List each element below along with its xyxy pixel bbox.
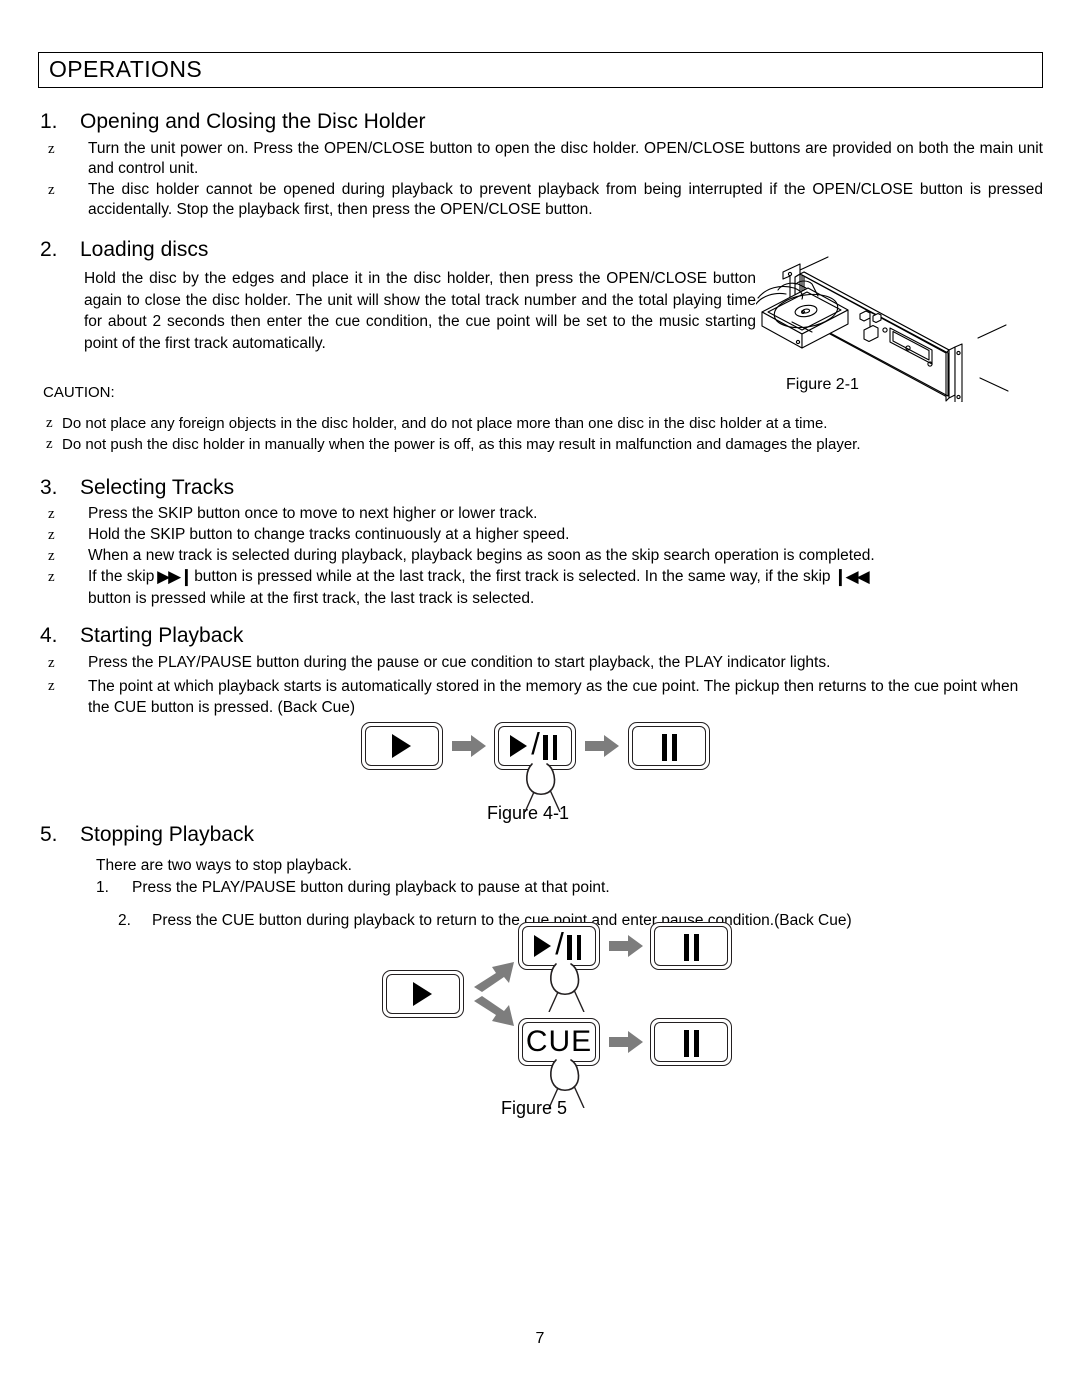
section-5-number: 5.	[40, 823, 58, 847]
bullet-marker: z	[46, 436, 53, 453]
skip-previous-icon: ❙◀◀	[831, 567, 868, 586]
play-pause-icon: /	[495, 723, 575, 769]
arrow-right-icon	[452, 735, 486, 757]
page-number: 7	[0, 1330, 1080, 1348]
section-5-step-2-text: Press the CUE button during playback to …	[152, 911, 1072, 931]
play-icon	[362, 723, 442, 769]
section-3-number: 3.	[40, 476, 58, 500]
section-5-step-2-number: 2.	[118, 911, 131, 931]
section-2-paragraph: Hold the disc by the edges and place it …	[84, 268, 756, 354]
skip-bullet-part-3: button is pressed while at the first tra…	[88, 590, 534, 607]
section-3-bullet-1: Press the SKIP button once to move to ne…	[88, 504, 1038, 524]
section-5-step-1-text: Press the PLAY/PAUSE button during playb…	[132, 878, 1032, 898]
arrow-down-right-icon	[472, 995, 518, 1031]
bullet-marker: z	[46, 415, 53, 432]
play-pause-icon: /	[519, 923, 599, 969]
figure-5-play-button[interactable]	[382, 970, 464, 1018]
figure-4-1-caption: Figure 4-1	[487, 803, 569, 824]
figure-4-1-play-button[interactable]	[361, 722, 443, 770]
section-4-title: Starting Playback	[80, 624, 243, 648]
arrow-right-icon	[609, 1031, 643, 1053]
figure-5-pause-state-bottom	[650, 1018, 732, 1066]
cue-label: CUE	[519, 1019, 599, 1065]
bullet-marker: z	[48, 506, 55, 523]
skip-bullet-part-1: If the skip	[88, 568, 154, 585]
figure-4-1-play-pause-button[interactable]: /	[494, 722, 576, 770]
section-1-number: 1.	[40, 110, 58, 134]
bullet-marker: z	[48, 182, 55, 199]
section-1-title: Opening and Closing the Disc Holder	[80, 110, 426, 134]
section-2-title: Loading discs	[80, 238, 208, 262]
section-3-bullet-2: Hold the SKIP button to change tracks co…	[88, 525, 1038, 545]
document-page: OPERATIONS 1. Opening and Closing the Di…	[0, 0, 1080, 1397]
arrow-up-right-icon	[472, 957, 518, 993]
section-1-bullet-1: Turn the unit power on. Press the OPEN/C…	[88, 139, 1043, 179]
figure-5-caption: Figure 5	[501, 1098, 567, 1119]
section-5-intro: There are two ways to stop playback.	[96, 856, 996, 876]
section-5-step-1-number: 1.	[96, 878, 109, 898]
figure-5-cue-button[interactable]: CUE	[518, 1018, 600, 1066]
figure-4-1-pause-state	[628, 722, 710, 770]
figure-5-pause-state-top	[650, 922, 732, 970]
arrow-right-icon	[609, 935, 643, 957]
arrow-right-icon	[585, 735, 619, 757]
page-title: OPERATIONS	[49, 56, 202, 83]
bullet-marker: z	[48, 569, 55, 586]
bullet-marker: z	[48, 141, 55, 158]
pause-icon	[651, 923, 731, 969]
bullet-marker: z	[48, 655, 55, 672]
section-4-bullet-1: Press the PLAY/PAUSE button during the p…	[88, 653, 1038, 673]
play-icon	[383, 971, 463, 1017]
bullet-marker: z	[48, 548, 55, 565]
caution-label: CAUTION:	[43, 383, 115, 403]
caution-item-1: Do not place any foreign objects in the …	[62, 414, 1047, 434]
bullet-marker: z	[48, 527, 55, 544]
skip-next-icon: ▶▶❙	[154, 567, 194, 586]
pause-icon	[629, 723, 709, 769]
pause-icon	[651, 1019, 731, 1065]
bullet-marker: z	[48, 678, 55, 695]
skip-bullet-part-2: button is pressed while at the last trac…	[194, 568, 830, 585]
figure-5-play-pause-button[interactable]: /	[518, 922, 600, 970]
section-1-bullet-2: The disc holder cannot be opened during …	[88, 180, 1043, 220]
section-2-number: 2.	[40, 238, 58, 262]
section-3-bullet-3: When a new track is selected during play…	[88, 546, 1038, 566]
caution-item-2: Do not push the disc holder in manually …	[62, 435, 1047, 455]
section-4-number: 4.	[40, 624, 58, 648]
section-4-bullet-2: The point at which playback starts is au…	[88, 676, 1038, 718]
section-3-bullet-4: If the skip ▶▶❙ button is pressed while …	[88, 566, 1043, 610]
section-header-box: OPERATIONS	[38, 52, 1043, 88]
section-3-title: Selecting Tracks	[80, 476, 234, 500]
figure-2-1-caption: Figure 2-1	[786, 376, 859, 394]
section-5-title: Stopping Playback	[80, 823, 254, 847]
